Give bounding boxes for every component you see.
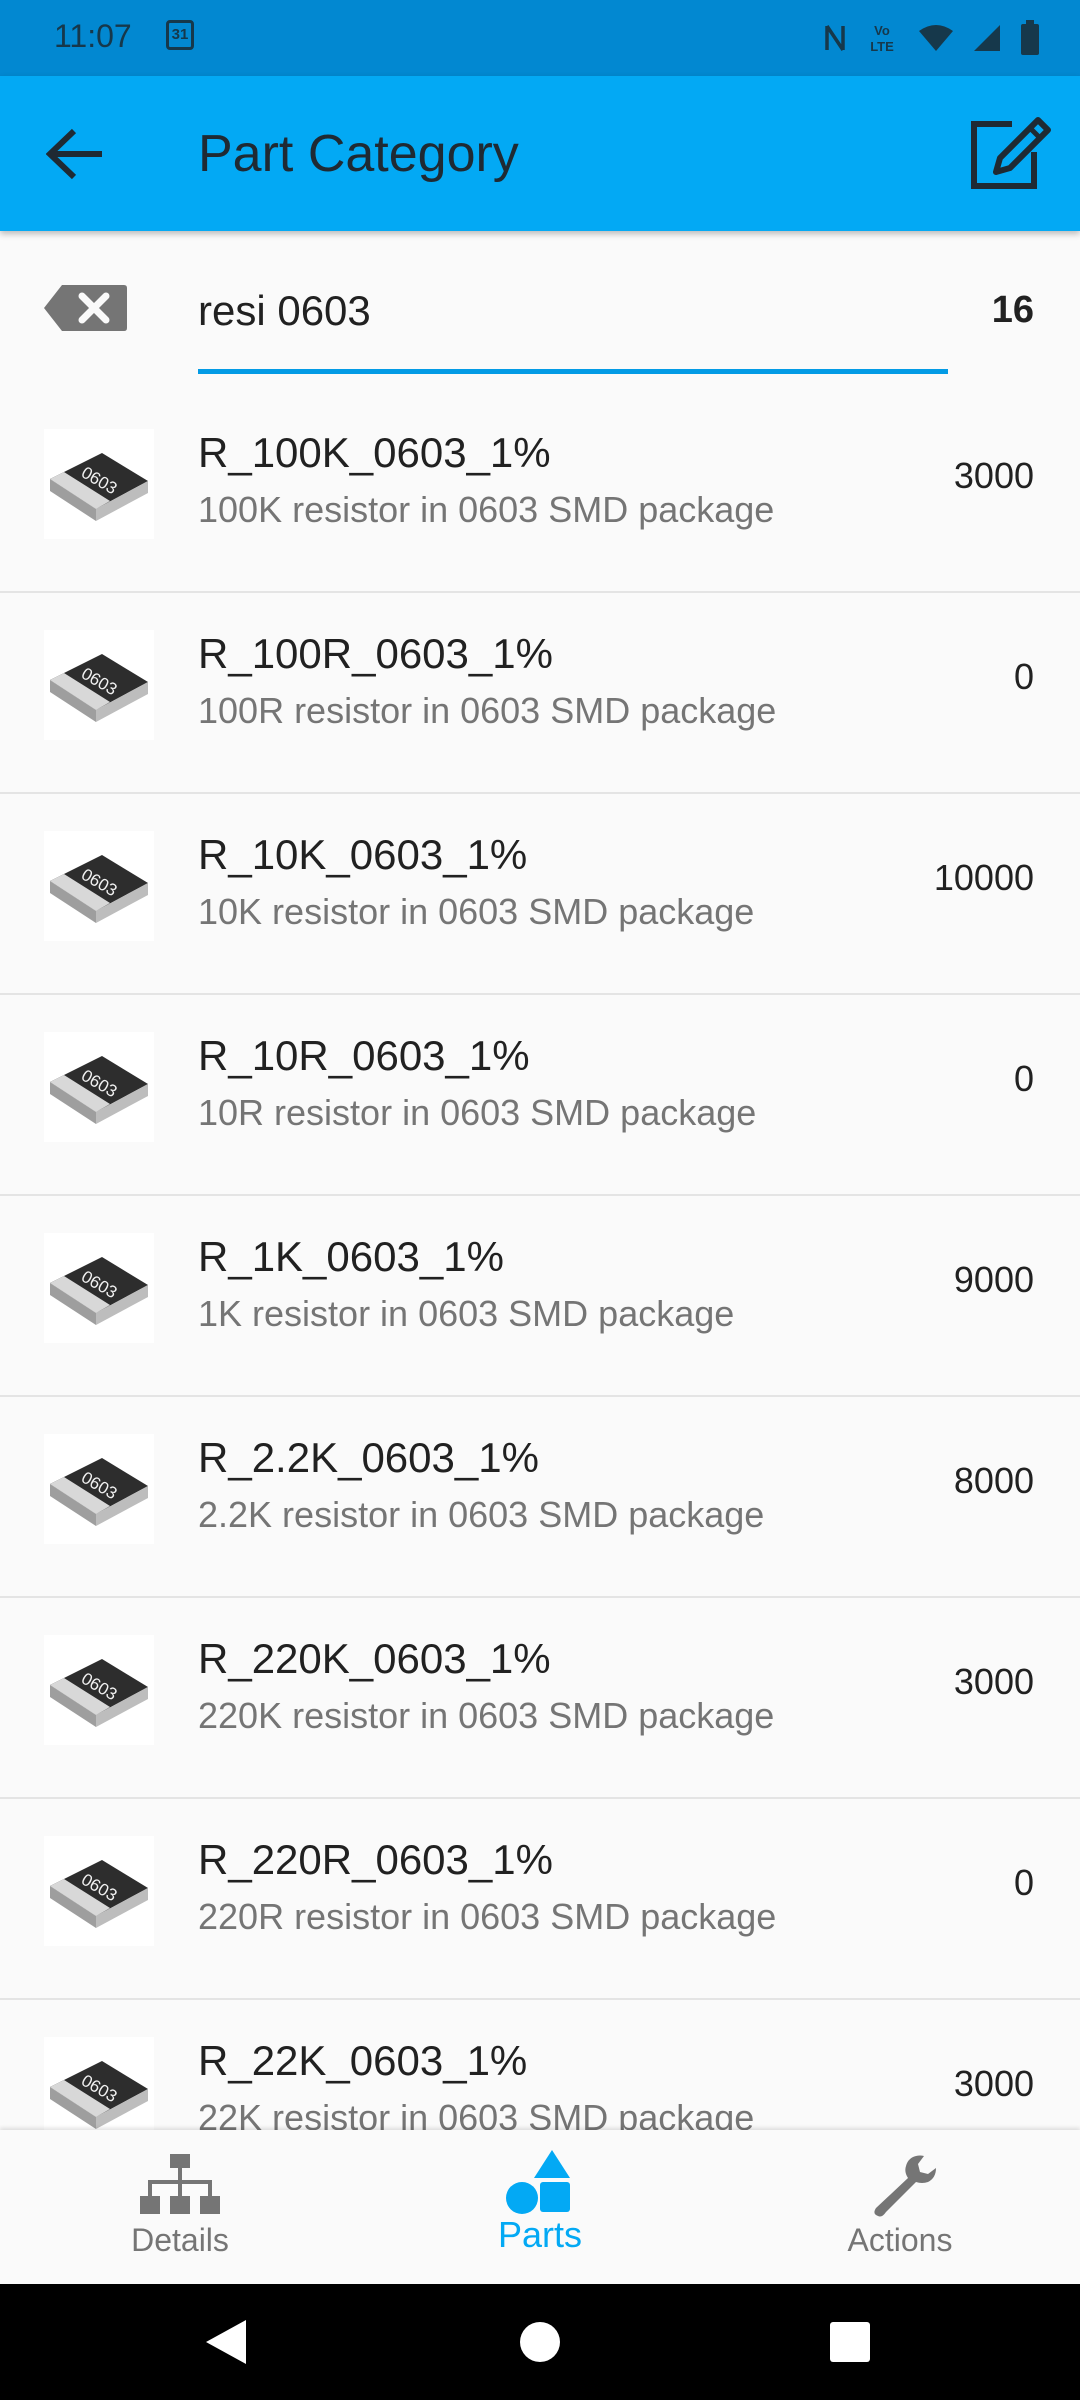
parts-list[interactable]: 0603 R_100K_0603_1% 100K resistor in 0603 … [0, 393, 1080, 2130]
resistor-thumbnail-icon: 0603 [44, 2037, 154, 2130]
status-icons: Vo LTE [824, 18, 1040, 58]
nav-tab-actions[interactable]: Actions [720, 2130, 1080, 2284]
back-arrow-icon[interactable] [46, 128, 106, 180]
volte-icon: VoLTE [870, 23, 894, 54]
part-description: 1K resistor in 0603 SMD package [198, 1293, 735, 1334]
part-description: 10K resistor in 0603 SMD package [198, 891, 755, 932]
wrench-icon [874, 2155, 936, 2217]
part-description: 100R resistor in 0603 SMD package [198, 690, 777, 731]
part-list-item[interactable]: 0603 R_10K_0603_1% 10K resistor in 0603 SM… [0, 795, 1080, 995]
part-list-item[interactable]: 0603 R_1K_0603_1% 1K resistor in 0603 SMD … [0, 1197, 1080, 1397]
result-count: 16 [991, 289, 1034, 331]
part-list-item[interactable]: 0603 R_22K_0603_1% 22K resistor in 0603 SM… [0, 2001, 1080, 2130]
part-list-item[interactable]: 0603 R_220K_0603_1% 220K resistor in 0603 … [0, 1599, 1080, 1799]
search-underline [198, 369, 948, 374]
search-bar: resi 0603 16 [0, 231, 1080, 393]
bottom-navigation: Details Parts Actions [0, 2130, 1080, 2284]
part-quantity: 3000 [953, 1661, 1034, 1702]
part-description: 2.2K resistor in 0603 SMD package [198, 1494, 765, 1535]
part-name: R_220R_0603_1% [198, 1836, 553, 1883]
part-description: 10R resistor in 0603 SMD package [198, 1092, 757, 1133]
part-name: R_1K_0603_1% [198, 1233, 504, 1280]
part-list-item[interactable]: 0603 R_100K_0603_1% 100K resistor in 0603 … [0, 393, 1080, 593]
part-description: 220R resistor in 0603 SMD package [198, 1896, 777, 1937]
system-back-icon[interactable] [166, 2284, 286, 2400]
part-quantity: 0 [1013, 656, 1034, 697]
part-quantity: 3000 [953, 455, 1034, 496]
part-name: R_100R_0603_1% [198, 630, 553, 677]
part-name: R_22K_0603_1% [198, 2037, 528, 2084]
resistor-thumbnail-icon: 0603 [44, 1032, 154, 1142]
part-list-item[interactable]: 0603 R_220R_0603_1% 220R resistor in 0603 … [0, 1800, 1080, 2000]
nav-label-details: Details [131, 2222, 229, 2258]
resistor-thumbnail-icon: 0603 [44, 831, 154, 941]
resistor-thumbnail-icon: 0603 [44, 630, 154, 740]
status-time: 11:07 [54, 18, 132, 54]
backspace-clear-icon[interactable] [42, 283, 128, 333]
svg-text:LTE: LTE [870, 39, 894, 54]
part-list-item[interactable]: 0603 R_10R_0603_1% 10R resistor in 0603 SM… [0, 996, 1080, 1196]
system-recents-icon[interactable] [790, 2284, 910, 2400]
resistor-thumbnail-icon: 0603 [44, 1434, 154, 1544]
part-quantity: 0 [1013, 1862, 1034, 1903]
part-name: R_10R_0603_1% [198, 1032, 530, 1079]
part-quantity: 0 [1013, 1058, 1034, 1099]
hierarchy-icon [140, 2154, 220, 2214]
app-bar: Part Category [0, 76, 1080, 231]
battery-icon [1021, 20, 1039, 55]
part-quantity: 10000 [933, 857, 1034, 898]
edit-icon[interactable] [968, 116, 1052, 190]
wifi-icon [919, 25, 953, 51]
part-name: R_100K_0603_1% [198, 429, 551, 476]
nav-tab-details[interactable]: Details [0, 2130, 360, 2284]
part-list-item[interactable]: 0603 R_2.2K_0603_1% 2.2K resistor in 0603 … [0, 1398, 1080, 1598]
part-quantity: 3000 [953, 2063, 1034, 2104]
part-name: R_220K_0603_1% [198, 1635, 551, 1682]
system-home-icon[interactable] [480, 2284, 600, 2400]
shapes-icon [506, 2150, 570, 2214]
calendar-icon: 31 [166, 20, 194, 50]
page-title: Part Category [198, 125, 519, 183]
nav-tab-parts[interactable]: Parts [360, 2130, 720, 2284]
status-bar: 11:07 31 Vo LTE [0, 0, 1080, 76]
resistor-thumbnail-icon: 0603 [44, 429, 154, 539]
nfc-icon [825, 25, 845, 51]
part-quantity: 9000 [953, 1259, 1034, 1300]
part-name: R_10K_0603_1% [198, 831, 528, 878]
svg-text:Vo: Vo [874, 23, 890, 38]
part-name: R_2.2K_0603_1% [198, 1434, 539, 1481]
resistor-thumbnail-icon: 0603 [44, 1836, 154, 1946]
nav-label-parts: Parts [497, 2214, 583, 2255]
resistor-thumbnail-icon: 0603 [44, 1635, 154, 1745]
signal-icon [974, 25, 1000, 51]
search-input[interactable]: resi 0603 [198, 287, 371, 335]
resistor-thumbnail-icon: 0603 [44, 1233, 154, 1343]
part-description: 100K resistor in 0603 SMD package [198, 489, 775, 530]
part-quantity: 8000 [953, 1460, 1034, 1501]
nav-label-actions: Actions [847, 2222, 953, 2258]
part-list-item[interactable]: 0603 R_100R_0603_1% 100R resistor in 0603 … [0, 594, 1080, 794]
part-description: 22K resistor in 0603 SMD package [198, 2097, 755, 2130]
system-navigation-bar [0, 2284, 1080, 2400]
part-description: 220K resistor in 0603 SMD package [198, 1695, 775, 1736]
